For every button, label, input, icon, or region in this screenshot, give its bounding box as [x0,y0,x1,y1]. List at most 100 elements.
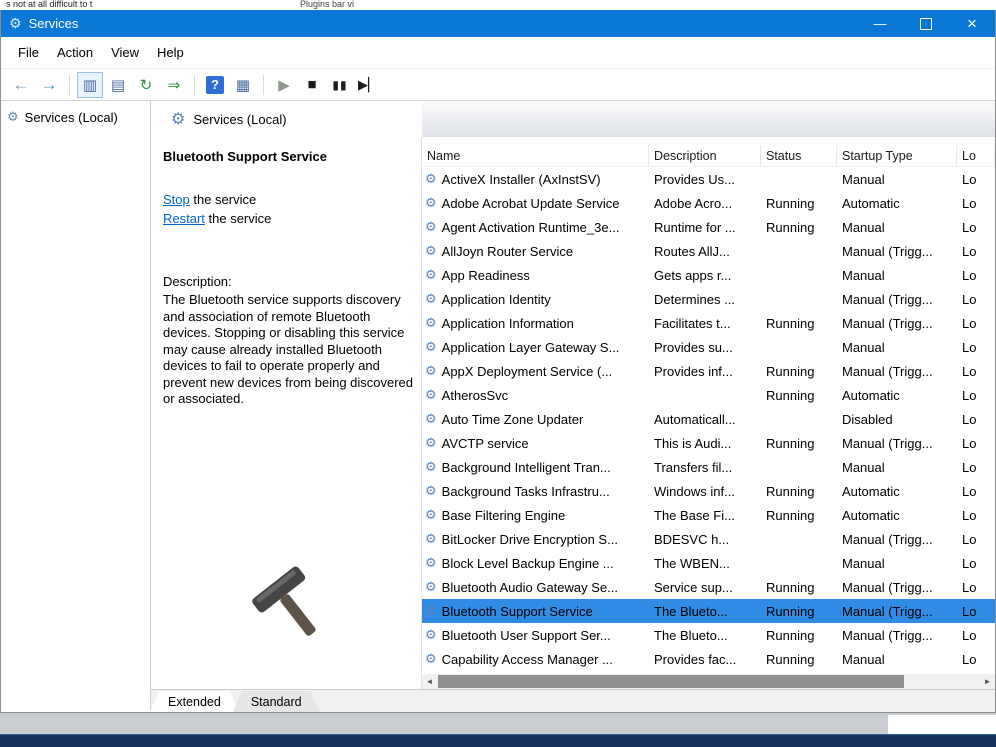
pause-service-button[interactable]: ▮▮ [327,72,353,98]
scroll-left-icon[interactable]: ◄ [422,674,437,689]
refresh-button[interactable]: ↻ [133,72,159,98]
service-name-cell: ⚙Agent Activation Runtime_3e... [422,219,649,235]
view-tabs: Extended Standard [151,689,995,712]
service-row[interactable]: ⚙Auto Time Zone UpdaterAutomaticall...Di… [422,407,995,431]
service-row[interactable]: ⚙Background Intelligent Tran...Transfers… [422,455,995,479]
export-list-button[interactable]: ⇒ [161,72,187,98]
column-header-description[interactable]: Description [649,145,761,167]
stop-service-link[interactable]: Stop [163,192,190,207]
help-button[interactable]: ? [202,72,228,98]
start-service-button[interactable]: ▶ [271,72,297,98]
service-name: BitLocker Drive Encryption S... [442,532,618,547]
service-row[interactable]: ⚙AppX Deployment Service (...Provides in… [422,359,995,383]
service-row[interactable]: ⚙Agent Activation Runtime_3e...Runtime f… [422,215,995,239]
service-startup-type: Manual [837,556,957,571]
stop-link-suffix: the service [190,192,256,207]
service-row[interactable]: ⚙Background Tasks Infrastru...Windows in… [422,479,995,503]
close-icon: × [967,14,977,34]
restart-service-link[interactable]: Restart [163,211,205,226]
tree-item-services-local[interactable]: ⚙ Services (Local) [1,106,150,128]
stop-service-button[interactable]: ■ [299,72,325,98]
background-text-fragment: s not at all difficult to t [6,0,92,9]
restart-service-button[interactable]: ▶▏ [355,72,381,98]
tab-label: Standard [251,695,302,709]
service-name: Application Information [442,316,574,331]
service-logon: Lo [957,244,995,259]
service-name: AtherosSvc [442,388,508,403]
scroll-right-icon[interactable]: ► [980,674,995,689]
service-row[interactable]: ⚙Bluetooth Support ServiceThe Blueto...R… [422,599,995,623]
forward-icon: → [41,75,58,95]
window-title: Services [29,16,79,31]
menu-item-file[interactable]: File [9,45,48,60]
service-startup-type: Manual (Trigg... [837,436,957,451]
service-name-cell: ⚙AllJoyn Router Service [422,243,649,259]
service-name-cell: ⚙Adobe Acrobat Update Service [422,195,649,211]
column-header-name[interactable]: Nameˆ [422,145,649,167]
column-header-startup-type[interactable]: Startup Type [837,145,957,167]
column-header-lo[interactable]: Lo [957,145,995,167]
service-description: Provides Us... [649,172,761,187]
back-icon: ← [13,75,30,95]
service-gear-icon: ⚙ [425,219,437,235]
maximize-button[interactable] [903,10,949,37]
service-description: Provides fac... [649,652,761,667]
show-console-tree-button[interactable]: ▥ [77,72,103,98]
service-row[interactable]: ⚙Application InformationFacilitates t...… [422,311,995,335]
service-row[interactable]: ⚙AtherosSvcRunningAutomaticLo [422,383,995,407]
toolbar-separator [194,75,195,95]
tab-extended[interactable]: Extended [150,691,239,712]
service-row[interactable]: ⚙Base Filtering EngineThe Base Fi...Runn… [422,503,995,527]
service-gear-icon: ⚙ [425,555,437,571]
service-row[interactable]: ⚙Application Layer Gateway S...Provides … [422,335,995,359]
minimize-button[interactable]: — [857,10,903,37]
services-snapin-icon: ⚙ [7,109,19,125]
service-row[interactable]: ⚙Adobe Acrobat Update ServiceAdobe Acro.… [422,191,995,215]
service-description: The Base Fi... [649,508,761,523]
service-logon: Lo [957,484,995,499]
service-row[interactable]: ⚙Capability Access Manager ...Provides f… [422,647,995,671]
menu-item-help[interactable]: Help [148,45,193,60]
service-row[interactable]: ⚙App ReadinessGets apps r...ManualLo [422,263,995,287]
service-description: Gets apps r... [649,268,761,283]
horizontal-scrollbar[interactable]: ◄ ► [422,674,995,689]
service-row[interactable]: ⚙AVCTP serviceThis is Audi...RunningManu… [422,431,995,455]
scrollbar-thumb[interactable] [438,675,904,688]
service-description: Determines ... [649,292,761,307]
service-startup-type: Manual (Trigg... [837,532,957,547]
service-logon: Lo [957,628,995,643]
service-row[interactable]: ⚙Bluetooth Audio Gateway Se...Service su… [422,575,995,599]
column-header-status[interactable]: Status [761,145,837,167]
tab-standard[interactable]: Standard [233,691,320,712]
action-pane-icon: ▦ [236,76,250,94]
service-logon: Lo [957,556,995,571]
service-row[interactable]: ⚙Bluetooth User Support Ser...The Blueto… [422,623,995,647]
service-row[interactable]: ⚙AllJoyn Router ServiceRoutes AllJ...Man… [422,239,995,263]
menu-item-view[interactable]: View [102,45,148,60]
menu-item-action[interactable]: Action [48,45,102,60]
service-startup-type: Automatic [837,388,957,403]
service-rows: ⚙ActiveX Installer (AxInstSV)Provides Us… [422,167,995,673]
properties-icon: ▤ [111,76,125,94]
forward-button[interactable]: → [36,72,62,98]
service-name-cell: ⚙App Readiness [422,267,649,283]
close-button[interactable]: × [949,10,995,37]
service-gear-icon: ⚙ [425,267,437,283]
service-description: The WBEN... [649,556,761,571]
service-row[interactable]: ⚙Application IdentityDetermines ...Manua… [422,287,995,311]
service-name-cell: ⚙Application Information [422,315,649,331]
service-row[interactable]: ⚙BitLocker Drive Encryption S...BDESVC h… [422,527,995,551]
service-startup-type: Automatic [837,484,957,499]
service-startup-type: Manual (Trigg... [837,604,957,619]
action-pane-button[interactable]: ▦ [230,72,256,98]
back-button[interactable]: ← [8,72,34,98]
service-row[interactable]: ⚙ActiveX Installer (AxInstSV)Provides Us… [422,167,995,191]
service-status: Running [761,628,837,643]
service-logon: Lo [957,436,995,451]
service-gear-icon: ⚙ [425,363,437,379]
service-gear-icon: ⚙ [425,651,437,667]
service-row[interactable]: ⚙Block Level Backup Engine ...The WBEN..… [422,551,995,575]
background-navy-bar [0,734,996,747]
properties-button[interactable]: ▤ [105,72,131,98]
service-logon: Lo [957,316,995,331]
